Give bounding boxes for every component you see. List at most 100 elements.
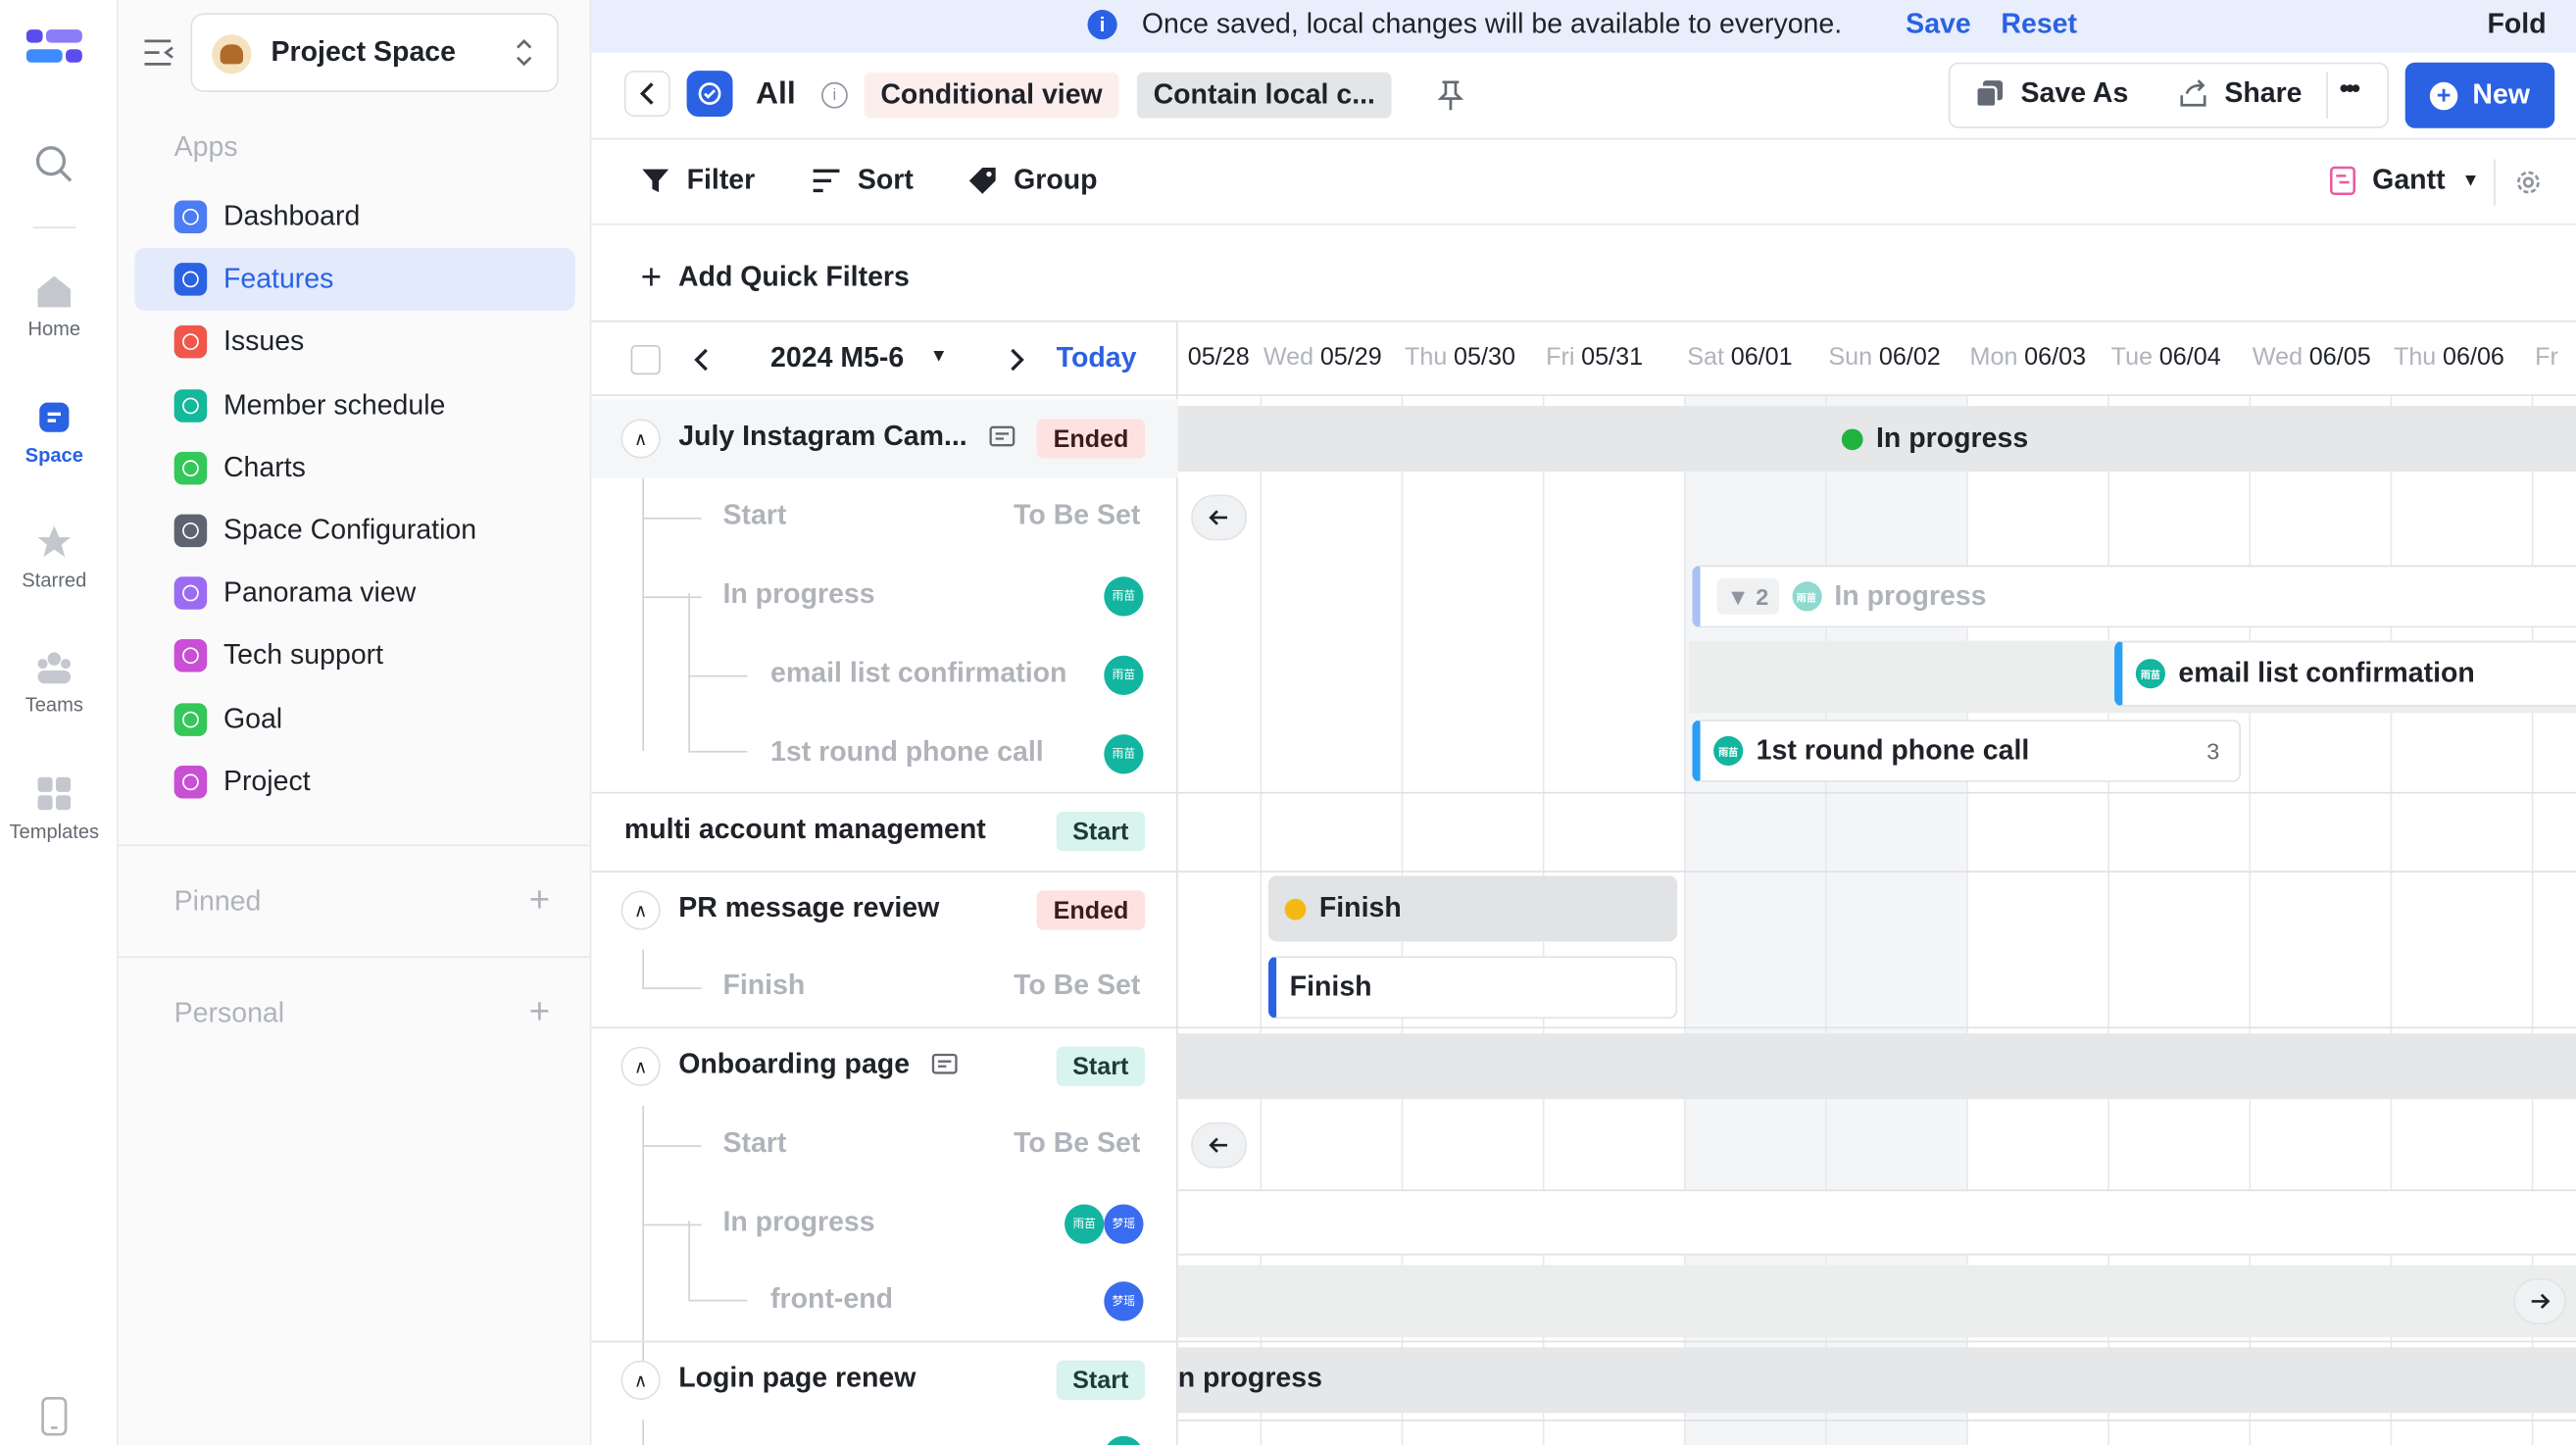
status-badge[interactable]: Start [1056,1046,1146,1086]
sidebar-item[interactable]: Tech support [134,625,574,688]
sidebar-item[interactable]: Space Configuration [134,500,574,563]
list-item[interactable]: ∧ Onboarding page Start [591,1027,1177,1106]
collapse-sidebar-icon[interactable] [143,38,176,76]
sidebar-item[interactable]: Dashboard [134,185,574,248]
view-mode-label: Gantt [2372,164,2446,196]
gantt-stage-bar[interactable]: ▼ 2 雨苗 In progress [1692,565,2576,628]
collapse-chevron-icon[interactable]: ∧ [620,1046,661,1086]
save-as-button[interactable]: Save As [1974,77,2128,111]
view-name[interactable]: All [756,77,796,114]
avatar[interactable]: 雨苗 [1104,1435,1144,1445]
list-item[interactable]: In progress 雨苗 梦瑶 [591,1184,1177,1263]
comment-icon[interactable] [931,1053,958,1087]
rail-teams[interactable]: Teams [0,649,109,717]
list-item[interactable]: Start To Be Set [591,478,1177,557]
app-logo[interactable] [25,26,85,73]
status-badge[interactable]: Start [1056,1360,1146,1400]
scroll-to-bar-button[interactable] [1191,1121,1248,1169]
range-caret-icon[interactable]: ▼ [930,347,948,367]
list-item[interactable]: front-end 梦瑶 [591,1262,1177,1340]
status-badge[interactable]: Start [1056,811,1146,852]
date-label: 06/06 [2443,343,2504,372]
list-item[interactable]: ∧ Login page renew Start [591,1341,1177,1420]
share-button[interactable]: Share [2178,77,2303,111]
save-link[interactable]: Save [1906,8,1971,41]
sidebar-item[interactable]: Charts [134,436,574,499]
collapse-count[interactable]: ▼ 2 [1716,577,1779,615]
list-item[interactable]: 1st round phone call 雨苗 [591,715,1177,793]
list-item[interactable]: multi account management Start [591,792,1177,871]
avatar[interactable]: 雨苗 [1104,734,1144,774]
avatar[interactable]: 雨苗 [1104,576,1144,617]
gantt-task-bar[interactable]: 雨苗 1st round phone call 3 [1692,720,2242,782]
avatar[interactable]: 雨苗 [1104,655,1144,695]
sidebar-item[interactable]: Panorama view [134,563,574,625]
avatar[interactable]: 梦瑶 [1104,1204,1144,1244]
sidebar-item[interactable]: Goal [134,688,574,751]
collapse-chevron-icon[interactable]: ∧ [620,419,661,459]
date-cell: Thu 06/06 [2394,343,2504,371]
new-button[interactable]: + New [2404,62,2555,128]
view-mode-dropdown[interactable]: Gantt ▼ [2330,165,2480,198]
avatar[interactable]: 梦瑶 [1104,1281,1144,1321]
today-button[interactable]: Today [1057,342,1137,375]
comment-icon[interactable] [989,425,1016,460]
group-status-label: In progress [1841,423,2028,456]
pin-icon[interactable] [1437,78,1464,120]
scroll-to-bar-button[interactable] [1191,494,1248,541]
space-icon [39,402,70,432]
more-button[interactable]: ••• [2340,75,2360,105]
prev-range-icon[interactable] [693,347,710,381]
back-button[interactable] [623,71,670,117]
templates-icon [37,776,72,811]
filter-button[interactable]: Filter [641,164,756,198]
collapse-chevron-icon[interactable]: ∧ [620,1360,661,1400]
status-badge[interactable]: Ended [1036,890,1146,930]
local-changes-tag[interactable]: Contain local c... [1136,72,1392,119]
space-avatar [212,34,252,75]
avatar[interactable]: 雨苗 [1065,1204,1105,1244]
sidebar-item[interactable]: Member schedule [134,374,574,436]
quick-filter-bar: + Add Quick Filters [591,225,2576,321]
rail-templates[interactable]: Templates [0,775,109,843]
sidebar-item[interactable]: Issues [134,311,574,374]
add-pinned-icon[interactable]: + [529,879,551,922]
space-selector[interactable]: Project Space [190,13,559,92]
mobile-icon[interactable] [41,1396,68,1445]
rail-space[interactable]: Space [0,399,109,467]
rail-label: Templates [9,820,100,843]
rail-home[interactable]: Home [0,273,109,340]
select-all-checkbox[interactable] [630,344,661,375]
settings-gear-icon[interactable] [2513,168,2543,206]
list-item[interactable]: email list confirmation 雨苗 [591,636,1177,715]
range-label[interactable]: 2024 M5-6 [770,342,904,375]
view-info-icon[interactable]: i [821,81,848,109]
add-personal-icon[interactable]: + [529,991,551,1034]
gantt-task-bar[interactable]: Finish [1267,956,1678,1020]
list-item[interactable]: ∧ July Instagram Cam... Ended [591,399,1178,478]
list-item[interactable]: In progress 雨苗 [591,557,1177,635]
next-range-icon[interactable] [1009,347,1025,381]
conditional-view-tag[interactable]: Conditional view [864,72,1119,119]
gantt-group-bar[interactable]: Finish [1267,875,1678,942]
reset-link[interactable]: Reset [2001,8,2077,41]
tree-line [642,1145,702,1147]
date-cell: Fr [2535,343,2564,371]
list-item[interactable]: ∧ PR message review Ended [591,871,1177,949]
sort-button[interactable]: Sort [812,165,914,198]
filter-label: Filter [686,164,756,196]
sidebar-item[interactable]: Project [134,751,574,814]
search-icon[interactable] [34,144,74,192]
list-item[interactable]: Start To Be Set [591,1106,1177,1184]
rail-starred[interactable]: Starred [0,524,109,591]
sidebar-item[interactable]: Features [134,248,575,312]
add-quick-filters-button[interactable]: + Add Quick Filters [641,256,910,299]
collapse-chevron-icon[interactable]: ∧ [620,890,661,930]
scroll-to-bar-button[interactable] [2513,1277,2566,1324]
fold-link[interactable]: Fold [2487,8,2546,41]
group-button[interactable]: Group [967,165,1098,198]
status-badge[interactable]: Ended [1036,419,1146,459]
list-item[interactable]: Finish To Be Set [591,948,1177,1026]
record-list: 2024 M5-6 ▼ Today ∧ July Instagram Cam..… [591,320,1178,1445]
gantt-task-bar[interactable]: 雨苗 email list confirmation [2114,640,2576,707]
